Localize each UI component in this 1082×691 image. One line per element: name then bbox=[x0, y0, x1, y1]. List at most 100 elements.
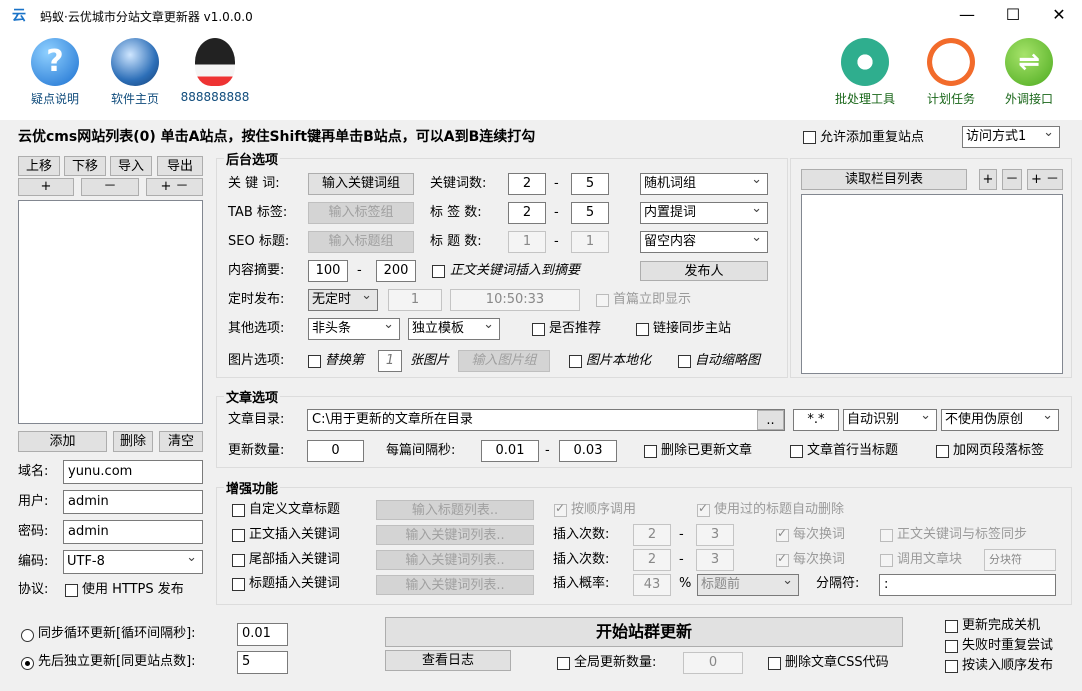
shutdown-checkbox[interactable] bbox=[945, 620, 958, 633]
summary-max-input[interactable]: 200 bbox=[376, 260, 416, 282]
pseudo-original-select[interactable]: 不使用伪原创 bbox=[941, 409, 1059, 431]
schedule-time-input[interactable]: 10:50:33 bbox=[450, 289, 580, 311]
toolbar-homepage[interactable]: 软件主页 bbox=[96, 32, 174, 107]
tag-min-input[interactable]: 2 bbox=[508, 202, 546, 224]
schedule-mode-select[interactable]: 无定时 bbox=[308, 289, 378, 311]
title-position-select[interactable]: 标题前 bbox=[697, 574, 799, 596]
article-encoding-select[interactable]: 自动识别 bbox=[843, 409, 937, 431]
update-count-input[interactable]: 0 bbox=[307, 440, 364, 462]
domain-input[interactable]: yunu.com bbox=[63, 460, 203, 484]
site-plus-button[interactable]: + bbox=[18, 178, 74, 196]
each-change-checkbox-1[interactable] bbox=[776, 526, 789, 542]
input-keyword-list-button-3[interactable]: 输入关键词列表.. bbox=[376, 575, 534, 595]
retry-checkbox[interactable] bbox=[945, 640, 958, 653]
title-insert-checkbox[interactable] bbox=[232, 578, 245, 591]
interval-max-input[interactable]: 0.03 bbox=[559, 440, 617, 462]
insert-count-min-1[interactable]: 2 bbox=[633, 524, 671, 546]
image-localize-checkbox[interactable] bbox=[569, 355, 582, 368]
keyword-max-input[interactable]: 5 bbox=[571, 173, 609, 195]
input-tag-group-button[interactable]: 输入标签组 bbox=[308, 202, 414, 224]
summary-insert-checkbox[interactable] bbox=[432, 265, 445, 278]
publisher-button[interactable]: 发布人 bbox=[640, 261, 768, 281]
order-call-checkbox[interactable] bbox=[554, 501, 567, 517]
minimize-button[interactable]: — bbox=[944, 0, 990, 32]
import-button[interactable]: 导入 bbox=[110, 156, 152, 176]
separator-input[interactable]: : bbox=[879, 574, 1056, 596]
site-minus-button[interactable]: － bbox=[81, 178, 139, 196]
keyword-mode-select[interactable]: 随机词组 bbox=[640, 173, 768, 195]
keyword-tag-sync-checkbox[interactable] bbox=[880, 529, 893, 542]
sync-loop-interval-input[interactable]: 0.01 bbox=[237, 623, 288, 646]
sync-main-checkbox[interactable] bbox=[636, 323, 649, 336]
replace-image-checkbox[interactable] bbox=[308, 355, 321, 368]
insert-count-max-1[interactable]: 3 bbox=[696, 524, 734, 546]
schedule-num-input[interactable]: 1 bbox=[388, 289, 442, 311]
body-insert-checkbox[interactable] bbox=[232, 529, 245, 542]
toolbar-scheduled-task[interactable]: 计划任务 bbox=[912, 32, 990, 107]
maximize-button[interactable]: ☐ bbox=[990, 0, 1036, 32]
user-input[interactable]: admin bbox=[63, 490, 203, 514]
title-min-input[interactable]: 1 bbox=[508, 231, 546, 253]
https-checkbox[interactable] bbox=[65, 584, 78, 597]
insert-count-max-2[interactable]: 3 bbox=[696, 549, 734, 571]
block-separator-input[interactable]: 分块符 bbox=[984, 549, 1056, 571]
column-plus-button[interactable]: + bbox=[979, 169, 997, 190]
add-paragraph-tag-checkbox[interactable] bbox=[936, 445, 949, 458]
delete-site-button[interactable]: 删除 bbox=[113, 431, 153, 452]
each-change-checkbox-2[interactable] bbox=[776, 551, 789, 567]
tag-max-input[interactable]: 5 bbox=[571, 202, 609, 224]
template-select[interactable]: 独立模板 bbox=[408, 318, 500, 340]
title-mode-select[interactable]: 留空内容 bbox=[640, 231, 768, 253]
first-show-checkbox[interactable] bbox=[596, 294, 609, 307]
view-log-button[interactable]: 查看日志 bbox=[385, 650, 511, 671]
column-list-box[interactable] bbox=[801, 194, 1063, 374]
tag-mode-select[interactable]: 内置提词 bbox=[640, 202, 768, 224]
global-count-input[interactable]: 0 bbox=[683, 652, 743, 674]
allow-duplicate-checkbox[interactable] bbox=[803, 131, 816, 144]
password-input[interactable]: admin bbox=[63, 520, 203, 544]
access-mode-select[interactable]: 访问方式1 bbox=[962, 126, 1060, 148]
first-line-title-checkbox[interactable] bbox=[790, 445, 803, 458]
move-down-button[interactable]: 下移 bbox=[64, 156, 106, 176]
call-block-checkbox[interactable] bbox=[880, 554, 893, 567]
delete-updated-checkbox[interactable] bbox=[644, 445, 657, 458]
title-max-input[interactable]: 1 bbox=[571, 231, 609, 253]
input-keyword-list-button-2[interactable]: 输入关键词列表.. bbox=[376, 550, 534, 570]
export-button[interactable]: 导出 bbox=[157, 156, 203, 176]
keyword-min-input[interactable]: 2 bbox=[508, 173, 546, 195]
input-image-group-button[interactable]: 输入图片组 bbox=[458, 350, 550, 372]
site-list-box[interactable] bbox=[18, 200, 203, 424]
toolbar-qq[interactable]: 888888888 bbox=[176, 32, 254, 104]
sequential-update-count-input[interactable]: 5 bbox=[237, 651, 288, 674]
toolbar-batch-tool[interactable]: 批处理工具 bbox=[826, 32, 904, 107]
encoding-select[interactable]: UTF-8 bbox=[63, 550, 203, 574]
input-keyword-group-button[interactable]: 输入关键词组 bbox=[308, 173, 414, 195]
column-plus-minus-button[interactable]: + － bbox=[1027, 169, 1063, 190]
close-button[interactable]: ✕ bbox=[1036, 0, 1082, 32]
column-minus-button[interactable]: － bbox=[1002, 169, 1022, 190]
delete-css-checkbox[interactable] bbox=[768, 657, 781, 670]
summary-min-input[interactable]: 100 bbox=[308, 260, 348, 282]
input-title-group-button[interactable]: 输入标题组 bbox=[308, 231, 414, 253]
add-site-button[interactable]: 添加 bbox=[18, 431, 107, 452]
clear-sites-button[interactable]: 清空 bbox=[159, 431, 203, 452]
input-title-list-button[interactable]: 输入标题列表.. bbox=[376, 500, 534, 520]
interval-min-input[interactable]: 0.01 bbox=[481, 440, 539, 462]
replace-num-input[interactable]: 1 bbox=[378, 350, 402, 372]
article-dir-input[interactable]: C:\用于更新的文章所在目录 bbox=[307, 409, 785, 431]
custom-title-checkbox[interactable] bbox=[232, 504, 245, 517]
global-count-checkbox[interactable] bbox=[557, 657, 570, 670]
browse-dir-button[interactable]: .. bbox=[757, 410, 784, 430]
input-keyword-list-button-1[interactable]: 输入关键词列表.. bbox=[376, 525, 534, 545]
insert-count-min-2[interactable]: 2 bbox=[633, 549, 671, 571]
toolbar-external-api[interactable]: ⇌ 外调接口 bbox=[990, 32, 1068, 107]
headline-select[interactable]: 非头条 bbox=[308, 318, 400, 340]
insert-probability-input[interactable]: 43 bbox=[633, 574, 671, 596]
auto-delete-title-checkbox[interactable] bbox=[697, 501, 710, 517]
move-up-button[interactable]: 上移 bbox=[18, 156, 60, 176]
recommend-checkbox[interactable] bbox=[532, 323, 545, 336]
sequential-update-radio[interactable] bbox=[21, 657, 34, 670]
toolbar-help[interactable]: ? 疑点说明 bbox=[16, 32, 94, 107]
start-update-button[interactable]: 开始站群更新 bbox=[385, 617, 903, 647]
sync-loop-radio[interactable] bbox=[21, 629, 34, 642]
